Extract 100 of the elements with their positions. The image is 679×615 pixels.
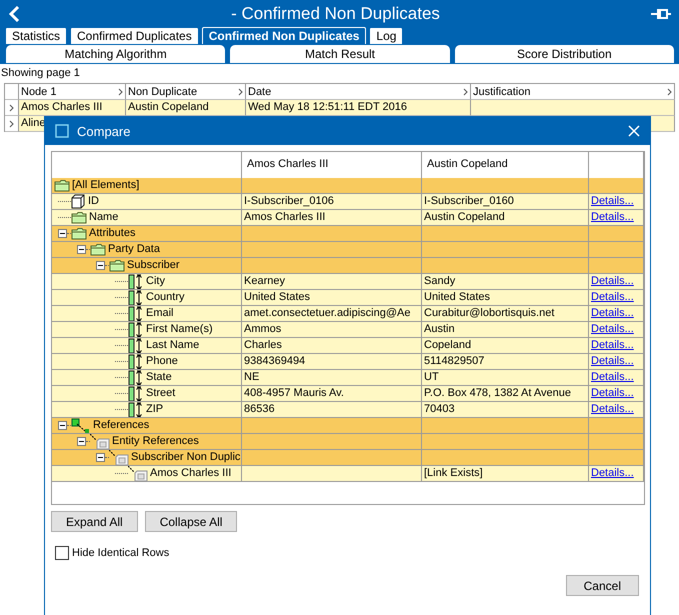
collapse-toggle[interactable] <box>96 261 105 270</box>
folder-icon <box>54 179 70 192</box>
value-cell: I-Subscriber_0160 <box>424 195 514 207</box>
grid-row[interactable]: [All Elements] <box>52 178 644 194</box>
collapse-toggle[interactable] <box>77 245 86 254</box>
value-cell: 9384369494 <box>244 355 306 367</box>
attribute-icon <box>128 354 144 369</box>
table-cell: Aline <box>21 117 46 129</box>
value-cell: Charles <box>244 339 282 351</box>
dialog-button[interactable]: Expand All <box>51 511 138 532</box>
table-row[interactable]: Amos Charles III Austin Copeland Wed May 18 12:51:11 EDT 2016 <box>5 100 675 116</box>
grid-row[interactable]: City Kearney Sandy Details... <box>52 274 644 290</box>
chevron-icon <box>118 88 123 96</box>
details-link[interactable]: Details... <box>591 307 634 319</box>
tree-node-label[interactable]: Subscriber Non Duplic <box>131 450 240 465</box>
cube-icon <box>71 194 86 209</box>
details-link[interactable]: Details... <box>591 355 634 367</box>
value-cell: 5114829507 <box>424 355 484 367</box>
chevron-icon <box>463 88 468 96</box>
dialog-button[interactable]: Collapse All <box>144 511 238 532</box>
tree-node-label[interactable]: Attributes <box>89 226 136 241</box>
grid-row[interactable]: References <box>52 418 644 434</box>
sub-tab[interactable]: Match Result <box>229 44 451 64</box>
grid-row[interactable]: Subscriber <box>52 258 644 274</box>
tree-node-label[interactable]: First Name(s) <box>146 322 213 337</box>
value-cell: P.O. Box 478, 1382 At Avenue <box>424 387 571 399</box>
details-link[interactable]: Details... <box>591 195 634 207</box>
grid-row[interactable]: Subscriber Non Duplic <box>52 450 644 466</box>
tree-node-label[interactable]: Email <box>146 306 174 321</box>
details-link[interactable]: Details... <box>591 275 634 287</box>
grid-row[interactable]: Last Name Charles Copeland Details... <box>52 338 644 354</box>
details-link[interactable]: Details... <box>591 211 634 223</box>
tab[interactable]: Confirmed Non Duplicates <box>202 27 366 44</box>
attribute-icon <box>128 290 144 305</box>
details-link[interactable]: Details... <box>591 387 634 399</box>
back-icon[interactable] <box>8 6 20 22</box>
tree-node-label[interactable]: Phone <box>146 354 178 369</box>
tree-node-label[interactable]: Party Data <box>108 242 160 257</box>
attribute-icon <box>128 306 144 321</box>
grid-row[interactable]: Email amet.consectetuer.adipiscing@Ae Curabitur@lobortisquis.net Details... <box>52 306 644 322</box>
value-cell: UT <box>424 371 439 383</box>
folder-icon <box>90 243 106 256</box>
grid-row[interactable]: Country United States United States Details... <box>52 290 644 306</box>
tree-node-label[interactable]: Street <box>146 386 176 401</box>
tree-node-label[interactable]: Amos Charles III <box>150 466 232 481</box>
tree-node-label[interactable]: State <box>146 370 172 385</box>
grid-row[interactable]: ZIP 86536 70403 Details... <box>52 402 644 418</box>
grid-row[interactable]: Attributes <box>52 226 644 242</box>
grid-row[interactable]: Name Amos Charles III Austin Copeland Details... <box>52 210 644 226</box>
tree-node-label[interactable]: Name <box>89 210 118 225</box>
collapse-toggle[interactable] <box>96 453 105 462</box>
tree-node-label[interactable]: References <box>93 418 150 433</box>
tab[interactable]: Statistics <box>5 27 68 44</box>
collapse-toggle[interactable] <box>77 437 86 446</box>
details-link[interactable]: Details... <box>591 403 634 415</box>
page-info: Showing page 1 <box>0 66 81 81</box>
grid-row[interactable]: ID I-Subscriber_0106 I-Subscriber_0160 Details... <box>52 194 644 210</box>
attribute-icon <box>128 402 144 417</box>
tree-node-label[interactable]: ID <box>88 194 99 209</box>
details-link[interactable]: Details... <box>591 323 634 335</box>
tab[interactable]: Confirmed Duplicates <box>70 27 199 44</box>
checkbox[interactable] <box>55 546 69 560</box>
tree-node-label[interactable]: Entity References <box>112 434 199 449</box>
tree-node-label[interactable]: Country <box>146 290 185 305</box>
details-link[interactable]: Details... <box>591 467 634 479</box>
sub-tab[interactable]: Matching Algorithm <box>5 44 226 64</box>
sub-tab[interactable]: Score Distribution <box>454 44 675 64</box>
grid-row[interactable]: State NE UT Details... <box>52 370 644 386</box>
grid-row[interactable]: Phone 9384369494 5114829507 Details... <box>52 354 644 370</box>
attribute-icon <box>128 370 144 385</box>
tab[interactable]: Log <box>369 27 404 44</box>
value-cell: amet.consectetuer.adipiscing@Ae <box>244 307 410 319</box>
details-link[interactable]: Details... <box>591 291 634 303</box>
grid-row[interactable]: Party Data <box>52 242 644 258</box>
grid-row[interactable]: Street 408-4957 Mauris Av. P.O. Box 478, 1382 At Avenue Details... <box>52 386 644 402</box>
tree-node-label[interactable]: [All Elements] <box>72 178 140 193</box>
close-icon[interactable] <box>628 125 640 137</box>
details-link[interactable]: Details... <box>591 339 634 351</box>
grid-row[interactable]: First Name(s) Ammos Austin Details... <box>52 322 644 338</box>
details-link[interactable]: Details... <box>591 371 634 383</box>
collapse-toggle[interactable] <box>58 229 67 238</box>
tree-node-label[interactable]: ZIP <box>146 402 164 417</box>
chevron-icon <box>667 88 672 96</box>
grid-row[interactable]: Amos Charles III [Link Exists] Details... <box>52 466 644 482</box>
collapse-toggle[interactable] <box>58 421 67 430</box>
value-cell: United States <box>424 291 490 303</box>
tree-node-label[interactable]: City <box>146 274 165 289</box>
reference-icon <box>128 466 148 481</box>
tree-node-label[interactable]: Subscriber <box>127 258 180 273</box>
folder-icon <box>71 211 87 224</box>
attribute-icon <box>128 386 144 401</box>
grid-row[interactable]: Entity References <box>52 434 644 450</box>
attribute-icon <box>128 338 144 353</box>
folder-icon <box>71 227 87 240</box>
value-cell: [Link Exists] <box>424 467 483 479</box>
value-cell: Austin <box>424 323 455 335</box>
tree-node-label[interactable]: Last Name <box>146 338 200 353</box>
value-cell: I-Subscriber_0106 <box>244 195 334 207</box>
pin-icon[interactable] <box>651 8 671 20</box>
cancel-button[interactable]: Cancel <box>566 575 639 596</box>
